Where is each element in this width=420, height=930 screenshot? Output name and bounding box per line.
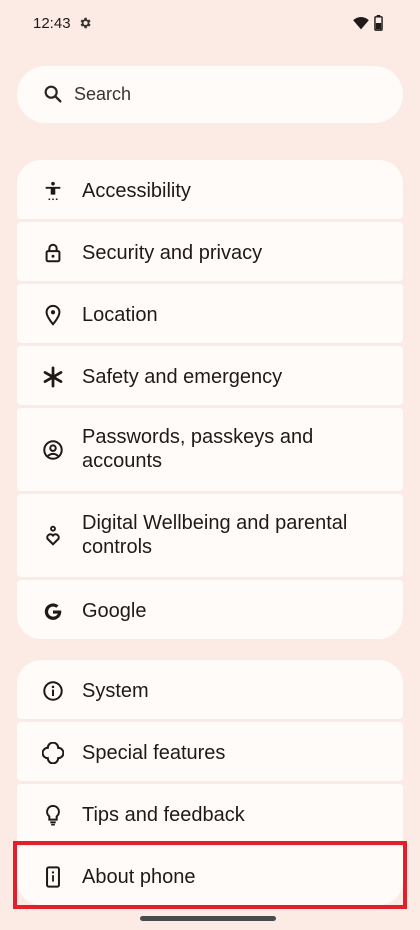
settings-item-label: Google — [82, 600, 147, 622]
accessibility-icon — [45, 181, 61, 201]
settings-item-system[interactable]: System — [17, 660, 403, 719]
settings-item-passwords[interactable]: Passwords, passkeys and accounts — [17, 408, 403, 491]
settings-item-label: Tips and feedback — [82, 804, 245, 826]
settings-item-label: Safety and emergency — [82, 366, 283, 388]
gear-icon — [80, 17, 91, 29]
settings-item-special-features[interactable]: Special features — [17, 722, 403, 781]
google-icon — [44, 603, 62, 620]
settings-item-security[interactable]: Security and privacy — [17, 222, 403, 281]
settings-item-location[interactable]: Location — [17, 284, 403, 343]
search-icon — [44, 85, 62, 103]
settings-item-label: Location — [82, 304, 158, 326]
settings-item-tips[interactable]: Tips and feedback — [17, 784, 403, 843]
account-circle-icon — [43, 440, 63, 460]
settings-item-label: System — [82, 680, 149, 702]
asterisk-icon — [43, 366, 63, 388]
special-features-icon — [42, 742, 64, 764]
status-time: 12:43 — [33, 15, 71, 32]
settings-item-digital-wellbeing[interactable]: Digital Wellbeing and parental controls — [17, 494, 403, 577]
info-icon — [43, 681, 63, 701]
location-pin-icon — [45, 304, 61, 326]
lightbulb-icon — [46, 804, 60, 826]
settings-item-label: Accessibility — [82, 180, 191, 202]
settings-item-accessibility[interactable]: Accessibility — [17, 160, 403, 219]
settings-item-safety[interactable]: Safety and emergency — [17, 346, 403, 405]
status-bar: 12:43 — [0, 0, 420, 48]
settings-group-main: Accessibility Security and privacy Locat… — [17, 160, 403, 639]
battery-icon — [374, 15, 383, 31]
settings-item-google[interactable]: Google — [17, 580, 403, 639]
settings-item-label: Passwords, passkeys and accounts — [82, 426, 314, 472]
wifi-icon — [353, 17, 369, 30]
search-placeholder: Search — [74, 84, 132, 104]
navigation-handle[interactable] — [140, 916, 276, 921]
about-phone-highlight — [13, 841, 407, 909]
settings-item-label: Security and privacy — [82, 242, 263, 264]
settings-screen: 12:43 Search Accessibility Security and … — [0, 0, 420, 930]
settings-item-label: Digital Wellbeing and parental controls — [82, 512, 348, 558]
wellbeing-icon — [46, 525, 60, 546]
lock-icon — [45, 243, 61, 263]
settings-item-label: Special features — [82, 742, 226, 764]
search-bar[interactable]: Search — [17, 66, 403, 123]
